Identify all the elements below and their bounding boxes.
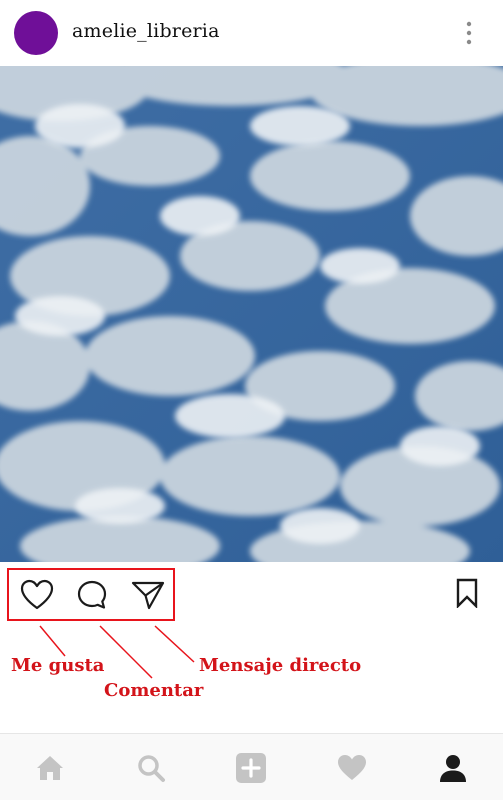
add-icon[interactable] [235, 752, 267, 784]
annotation-lines [39, 625, 195, 679]
activity-heart-icon[interactable] [336, 752, 368, 784]
home-icon[interactable] [34, 752, 66, 784]
search-icon[interactable] [135, 752, 167, 784]
annotation-like-label: Me gusta [11, 655, 105, 676]
bottom-nav [0, 733, 503, 800]
profile-icon[interactable] [437, 752, 469, 784]
annotation-comment-label: Comentar [104, 680, 204, 701]
annotation-direct-label: Mensaje directo [199, 655, 362, 676]
